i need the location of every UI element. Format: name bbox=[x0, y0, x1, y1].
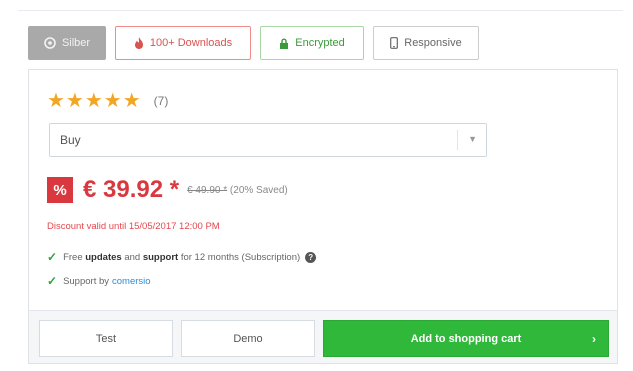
percent-icon: % bbox=[47, 177, 73, 203]
responsive-badge: Responsive bbox=[373, 26, 479, 60]
demo-button[interactable]: Demo bbox=[181, 320, 315, 357]
feature-support: ✓ Support by comersio bbox=[47, 274, 151, 288]
partner-icon bbox=[44, 37, 56, 49]
license-select[interactable]: Buy ▼ bbox=[49, 123, 487, 157]
check-icon: ✓ bbox=[47, 274, 58, 288]
downloads-badge-label: 100+ Downloads bbox=[149, 37, 233, 49]
encrypted-badge: Encrypted bbox=[260, 26, 364, 60]
add-to-cart-button[interactable]: Add to shopping cart › bbox=[323, 320, 609, 357]
old-price: € 49.90 * (20% Saved) bbox=[187, 185, 288, 196]
comersio-link[interactable]: comersio bbox=[112, 276, 151, 287]
rating[interactable]: ★★★★★ (7) bbox=[47, 91, 168, 111]
feature-and-word: and bbox=[124, 251, 141, 263]
top-divider bbox=[18, 10, 623, 11]
downloads-badge: 100+ Downloads bbox=[115, 26, 251, 60]
chevron-down-icon[interactable]: ▼ bbox=[468, 134, 477, 144]
license-select-value: Buy bbox=[60, 133, 81, 147]
silver-badge-label: Silber bbox=[61, 37, 91, 49]
badge-row: Silber 100+ Downloads Encrypted Responsi… bbox=[28, 26, 479, 62]
add-to-cart-label: Add to shopping cart bbox=[410, 332, 522, 345]
price-row: % € 39.92 * € 49.90 * (20% Saved) bbox=[47, 176, 288, 204]
feature-updates-word: updates bbox=[85, 251, 122, 263]
test-button[interactable]: Test bbox=[39, 320, 173, 357]
flame-icon bbox=[134, 37, 144, 49]
mobile-icon bbox=[390, 37, 399, 49]
encrypted-badge-label: Encrypted bbox=[295, 37, 345, 49]
rating-count: (7) bbox=[153, 94, 169, 108]
feature-text-pre: Free bbox=[63, 251, 83, 263]
old-price-value: € 49.90 * bbox=[187, 184, 228, 196]
silver-badge: Silber bbox=[28, 26, 106, 60]
check-icon: ✓ bbox=[47, 250, 58, 264]
responsive-badge-label: Responsive bbox=[404, 37, 462, 49]
saved-note: (20% Saved) bbox=[229, 184, 288, 196]
feature-text-post: for 12 months (Subscription) bbox=[180, 251, 301, 263]
lock-icon bbox=[279, 38, 289, 49]
star-rating-icon: ★★★★★ bbox=[47, 90, 142, 112]
feature-support-word: support bbox=[142, 251, 179, 263]
select-divider bbox=[457, 130, 458, 150]
product-buy-box: ★★★★★ (7) Buy ▼ % € 39.92 * € 49.90 * (2… bbox=[28, 69, 618, 364]
discount-note: Discount valid until 15/05/2017 12:00 PM bbox=[47, 221, 220, 232]
current-price: € 39.92 * bbox=[83, 176, 180, 203]
action-bar: Test Demo Add to shopping cart › bbox=[29, 310, 617, 363]
support-by-text: Support by bbox=[63, 275, 110, 287]
feature-updates: ✓ Free updates and support for 12 months… bbox=[47, 250, 317, 264]
help-icon[interactable]: ? bbox=[305, 251, 317, 263]
chevron-right-icon: › bbox=[592, 331, 596, 346]
